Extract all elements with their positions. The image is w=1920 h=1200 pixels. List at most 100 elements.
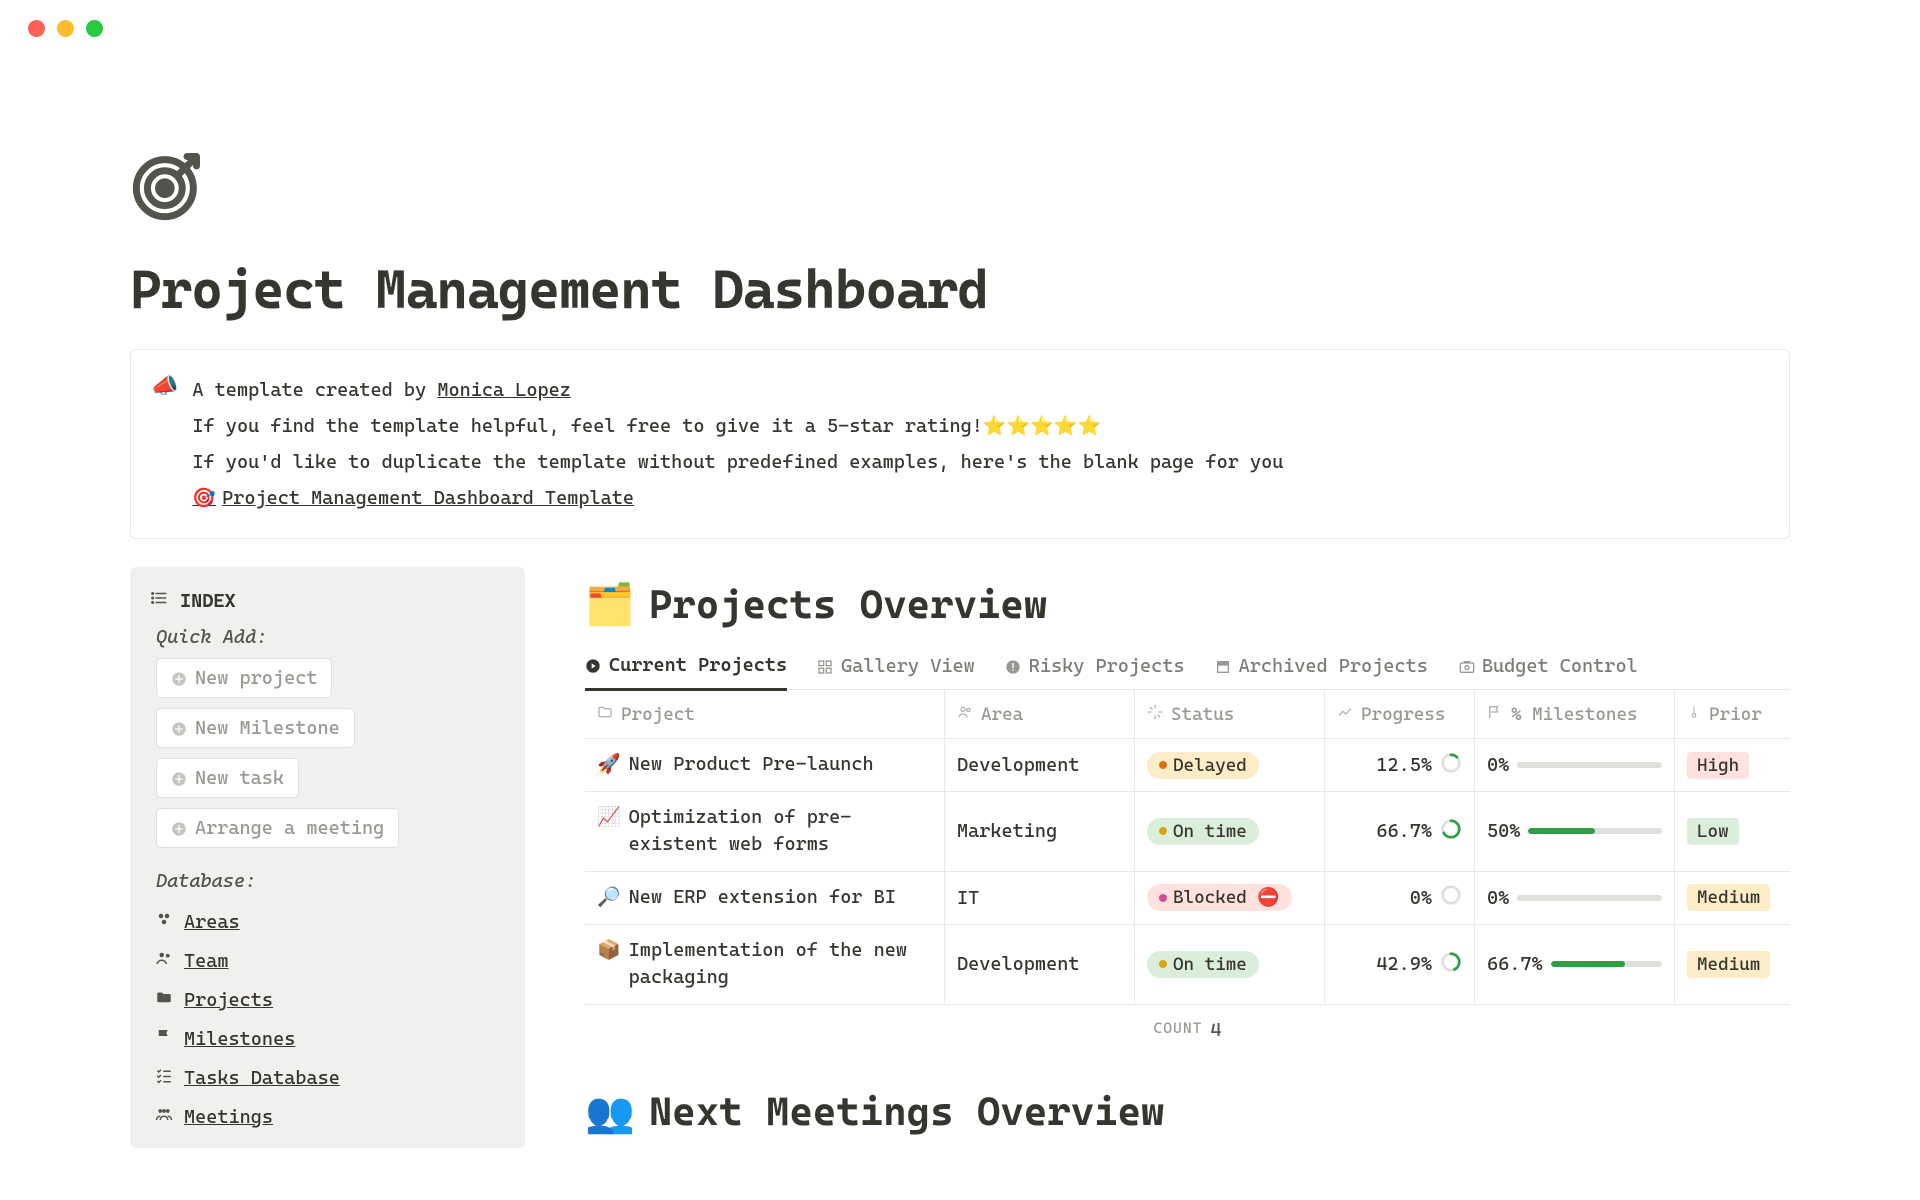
progress-ring-icon xyxy=(1440,884,1462,911)
table-header: Project Area Status Progress % Milestone… xyxy=(585,690,1790,739)
plus-circle-icon xyxy=(171,720,187,736)
milestones-icon xyxy=(154,1027,174,1050)
database-item-areas[interactable]: Areas xyxy=(150,902,505,941)
minimize-window-icon[interactable] xyxy=(57,20,74,37)
thermometer-icon xyxy=(1687,704,1701,725)
cell-status: On time xyxy=(1135,925,1325,1004)
database-item-tasks-database[interactable]: Tasks Database xyxy=(150,1058,505,1097)
col-status[interactable]: Status xyxy=(1135,690,1325,738)
database-item-meetings[interactable]: Meetings xyxy=(150,1097,505,1136)
table-row[interactable]: 🚀New Product Pre-launch Development Dela… xyxy=(585,739,1790,792)
close-window-icon[interactable] xyxy=(28,20,45,37)
project-emoji-icon: 🔎 xyxy=(597,884,621,912)
quick-add-new-project[interactable]: New project xyxy=(156,658,332,698)
team-icon xyxy=(154,949,174,972)
play-circle-icon xyxy=(585,657,601,673)
template-link[interactable]: 🎯 Project Management Dashboard Template xyxy=(192,480,634,516)
plus-circle-icon xyxy=(171,670,187,686)
tab-gallery-view[interactable]: Gallery View xyxy=(817,654,975,689)
cell-milestones: 50% xyxy=(1475,792,1675,871)
folder-icon: 🗂️ xyxy=(585,581,635,628)
database-item-team[interactable]: Team xyxy=(150,941,505,980)
database-item-milestones[interactable]: Milestones xyxy=(150,1019,505,1058)
cell-project: 🔎New ERP extension for BI xyxy=(585,872,945,924)
cell-status: On time xyxy=(1135,792,1325,871)
status-badge: Delayed xyxy=(1147,752,1259,779)
callout-line-2: If you find the template helpful, feel f… xyxy=(192,408,1283,444)
progress-ring-icon xyxy=(1440,752,1462,779)
table-row[interactable]: 📦Implementation of the new packaging Dev… xyxy=(585,925,1790,1005)
plus-circle-icon xyxy=(171,820,187,836)
table-row[interactable]: 🔎New ERP extension for BI IT Blocked ⛔ 0… xyxy=(585,872,1790,925)
plus-circle-icon xyxy=(171,770,187,786)
status-badge: On time xyxy=(1147,951,1259,978)
people-icon xyxy=(957,704,973,725)
callout-box: 📣 A template created by Monica Lopez If … xyxy=(130,349,1790,539)
col-priority[interactable]: Prior xyxy=(1675,690,1785,738)
view-tabs: Current Projects Gallery View Risky Projec… xyxy=(585,654,1790,690)
priority-badge: Medium xyxy=(1687,951,1770,978)
milestone-bar xyxy=(1551,961,1662,967)
col-area[interactable]: Area xyxy=(945,690,1135,738)
main-content: 🗂️ Projects Overview Current Projects Gal… xyxy=(585,567,1790,1148)
col-milestones[interactable]: % Milestones xyxy=(1475,690,1675,738)
cell-milestones: 0% xyxy=(1475,872,1675,924)
tasks-icon xyxy=(154,1066,174,1089)
page-title: Project Management Dashboard xyxy=(130,258,1790,321)
database-item-projects[interactable]: Projects xyxy=(150,980,505,1019)
cell-milestones: 66.7% xyxy=(1475,925,1675,1004)
database-label: Database: xyxy=(150,870,505,892)
grid-icon xyxy=(817,658,833,674)
megaphone-icon: 📣 xyxy=(151,374,178,399)
progress-ring-icon xyxy=(1440,818,1462,845)
cell-area: Marketing xyxy=(945,792,1135,871)
cell-project: 📦Implementation of the new packaging xyxy=(585,925,945,1004)
project-emoji-icon: 🚀 xyxy=(597,751,621,779)
folder-small-icon xyxy=(597,704,613,725)
cell-priority: Low xyxy=(1675,792,1785,871)
cell-progress: 42.9% xyxy=(1325,925,1475,1004)
cell-milestones: 0% xyxy=(1475,739,1675,791)
tab-archived-projects[interactable]: Archived Projects xyxy=(1215,654,1428,689)
sidebar: INDEX Quick Add: New projectNew Mileston… xyxy=(130,567,525,1148)
maximize-window-icon[interactable] xyxy=(86,20,103,37)
priority-badge: Medium xyxy=(1687,884,1770,911)
window-controls xyxy=(0,0,1920,37)
cell-status: Delayed xyxy=(1135,739,1325,791)
col-progress[interactable]: Progress xyxy=(1325,690,1475,738)
quick-add-new-task[interactable]: New task xyxy=(156,758,299,798)
progress-ring-icon xyxy=(1440,951,1462,978)
cell-project: 📈Optimization of pre-existent web forms xyxy=(585,792,945,871)
col-project[interactable]: Project xyxy=(585,690,945,738)
quick-add-arrange-a-meeting[interactable]: Arrange a meeting xyxy=(156,808,399,848)
status-badge: On time xyxy=(1147,818,1259,845)
cell-progress: 12.5% xyxy=(1325,739,1475,791)
cell-project: 🚀New Product Pre-launch xyxy=(585,739,945,791)
warning-icon xyxy=(1005,658,1021,674)
meetings-overview-header: 👥 Next Meetings Overview xyxy=(585,1089,1790,1136)
tab-budget-control[interactable]: Budget Control xyxy=(1458,654,1638,689)
cell-priority: High xyxy=(1675,739,1785,791)
cell-progress: 66.7% xyxy=(1325,792,1475,871)
projects-icon xyxy=(154,988,174,1011)
status-badge: Blocked ⛔ xyxy=(1147,884,1292,911)
table-row[interactable]: 📈Optimization of pre-existent web forms … xyxy=(585,792,1790,872)
budget-icon xyxy=(1458,658,1474,674)
projects-table: Project Area Status Progress % Milestone… xyxy=(585,690,1790,1004)
cell-status: Blocked ⛔ xyxy=(1135,872,1325,924)
milestone-bar xyxy=(1517,895,1662,901)
areas-icon xyxy=(154,910,174,933)
project-emoji-icon: 📦 xyxy=(597,937,621,965)
meetings-icon xyxy=(154,1105,174,1128)
count-row: COUNT 4 xyxy=(585,1005,1790,1041)
tab-current-projects[interactable]: Current Projects xyxy=(585,654,787,691)
tab-risky-projects[interactable]: Risky Projects xyxy=(1005,654,1185,689)
projects-overview-header: 🗂️ Projects Overview xyxy=(585,581,1790,628)
quick-add-new-milestone[interactable]: New Milestone xyxy=(156,708,355,748)
priority-badge: Low xyxy=(1687,818,1739,845)
flag-icon xyxy=(1487,704,1503,725)
cell-priority: Medium xyxy=(1675,925,1785,1004)
author-link[interactable]: Monica Lopez xyxy=(437,379,571,401)
target-icon xyxy=(130,147,206,238)
milestone-bar xyxy=(1517,762,1662,768)
